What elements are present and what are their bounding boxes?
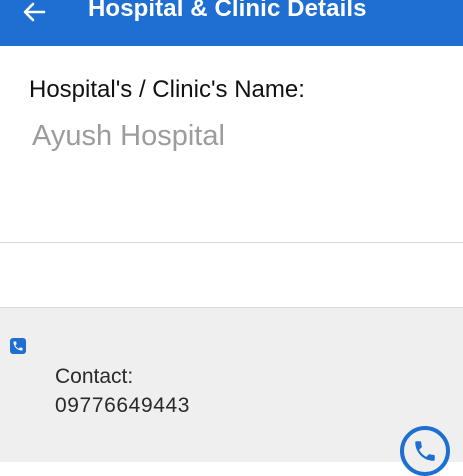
empty-row: [0, 243, 463, 308]
arrow-left-icon: [23, 2, 46, 22]
contact-number[interactable]: 09776649443: [55, 394, 190, 418]
hospital-name-value: Ayush Hospital: [32, 120, 225, 152]
hospital-name-section: Hospital's / Clinic's Name: Ayush Hospit…: [0, 46, 463, 243]
contact-section: Contact: 09776649443: [0, 308, 463, 476]
call-button[interactable]: [400, 426, 450, 476]
phone-icon: [10, 338, 26, 354]
hospital-name-label: Hospital's / Clinic's Name:: [29, 76, 305, 103]
page-title: Hospital & Clinic Details: [88, 0, 367, 22]
phone-circle-icon: [415, 441, 435, 461]
contact-label: Contact:: [55, 365, 134, 388]
app-bar: Hospital & Clinic Details: [0, 0, 463, 46]
back-button[interactable]: [16, 0, 52, 24]
